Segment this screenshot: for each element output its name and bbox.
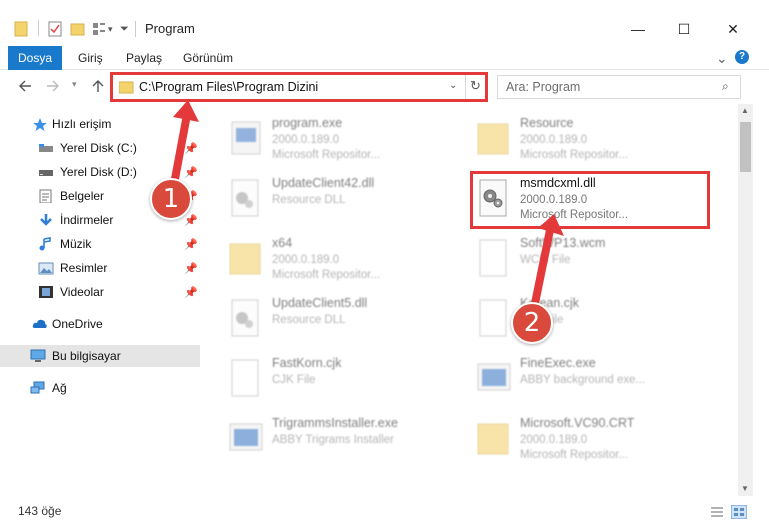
step-badge-1: 1	[150, 178, 192, 220]
step-badge-2: 2	[511, 302, 553, 344]
annotation-arrows	[168, 100, 564, 322]
